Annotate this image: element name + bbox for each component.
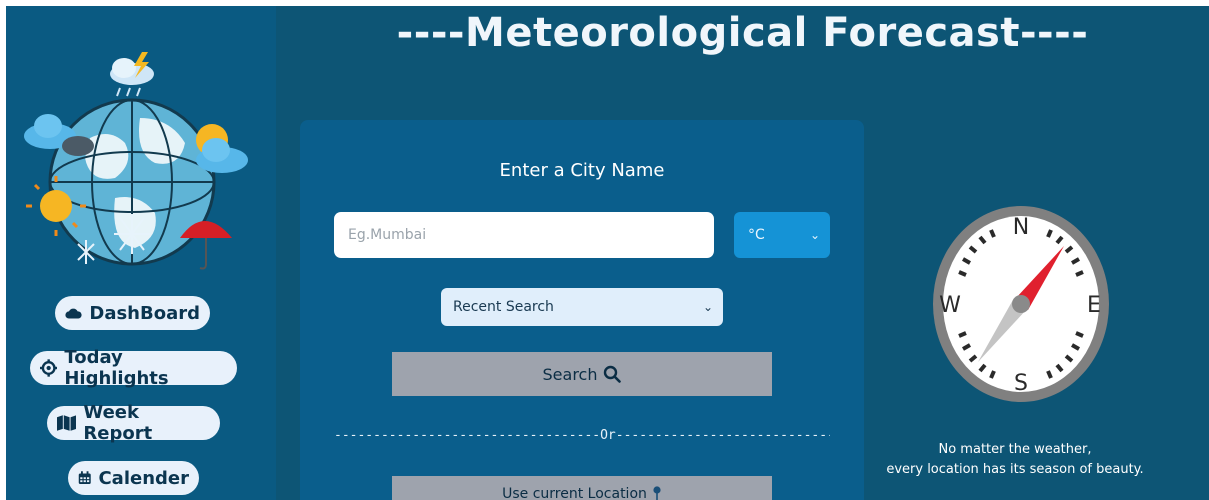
sidebar-item-label: DashBoard [89,302,200,324]
compass-south-label: S [1014,371,1028,396]
calendar-icon [78,471,91,484]
sidebar-item-today-highlights[interactable]: Today Highlights [30,347,237,389]
quote-line-1: No matter the weather, [938,442,1092,457]
compass-icon: N S E W [933,206,1109,402]
page-title: ----Meteorological Forecast---- [396,10,1089,56]
magnifier-icon [604,365,622,383]
sidebar-item-label: Week Report [83,402,153,444]
sidebar-item-label: Today Highlights [64,347,169,389]
sidebar-item-label: Calender [98,467,189,489]
compass-north-label: N [1013,215,1029,240]
recent-search-select[interactable]: Recent Search ⌄ [441,288,723,326]
or-divider: ----------------------------------Or----… [334,428,830,443]
quote: No matter the weather, every location ha… [866,440,1164,480]
city-input[interactable] [334,212,714,258]
weather-globe-icon [24,52,248,270]
search-button[interactable]: Search [392,352,772,396]
sidebar-item-week-report[interactable]: Week Report [47,402,220,444]
sidebar: DashBoard Today Highlights Week Report C… [6,6,276,500]
pin-icon [653,486,661,500]
search-card: Enter a City Name °C ⌄ Recent Search ⌄ S… [300,120,864,500]
app-window: DashBoard Today Highlights Week Report C… [6,6,1209,500]
compass-west-label: W [939,293,961,318]
chevron-down-icon: ⌄ [809,228,820,242]
crosshair-icon [40,359,58,377]
chevron-down-icon: ⌄ [702,300,713,314]
unit-select-value: °C [748,227,765,243]
search-button-label: Search [542,364,598,384]
map-icon [57,415,77,431]
use-location-button[interactable]: Use current Location [392,476,772,500]
sidebar-item-calender[interactable]: Calender [68,461,199,495]
recent-search-value: Recent Search [453,299,554,315]
sidebar-item-dashboard[interactable]: DashBoard [55,296,210,330]
compass-east-label: E [1087,293,1101,318]
quote-line-2: every location has its season of beauty. [886,462,1144,477]
cloud-icon [65,308,82,319]
use-location-label: Use current Location [502,486,647,500]
unit-select[interactable]: °C ⌄ [734,212,830,258]
search-heading: Enter a City Name [499,160,665,181]
